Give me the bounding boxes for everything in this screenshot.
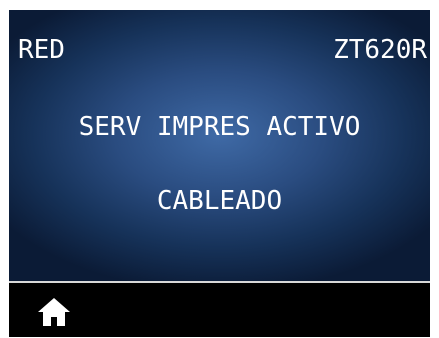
- printer-model: ZT620R: [333, 35, 427, 65]
- connection-type: CABLEADO: [156, 186, 283, 216]
- status-message: SERV IMPRES ACTIVO: [78, 112, 361, 142]
- menu-title: RED: [18, 35, 65, 65]
- home-icon: [38, 298, 70, 326]
- home-button[interactable]: [37, 297, 71, 327]
- footer-divider: [9, 281, 430, 283]
- printer-display: RED ZT620R SERV IMPRES ACTIVO CABLEADO: [9, 10, 430, 337]
